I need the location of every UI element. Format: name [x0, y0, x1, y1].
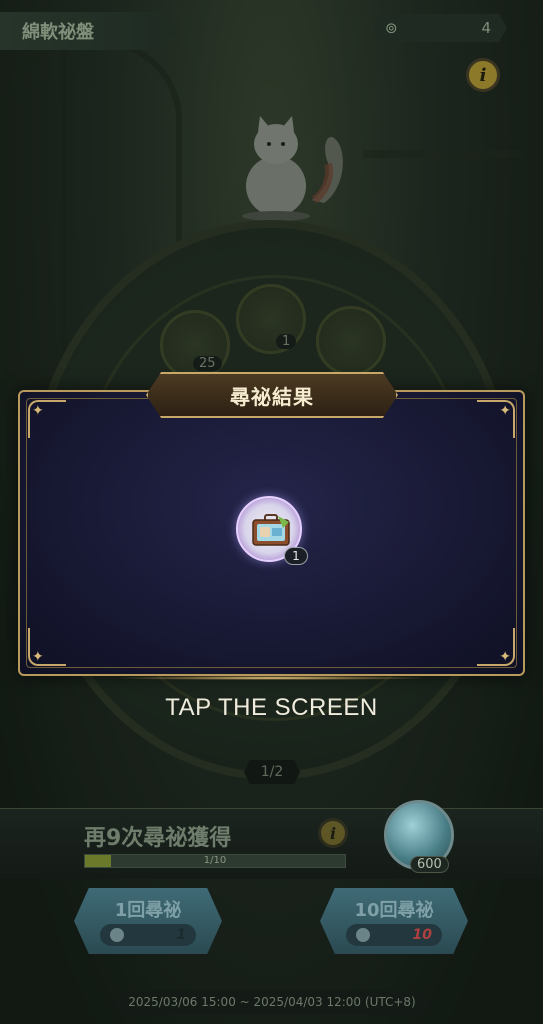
- star-icon: ✦: [32, 649, 44, 665]
- tap-to-continue-prompt[interactable]: TAP THE SCREEN: [0, 694, 543, 722]
- pull-ten-label: 10回尋祕: [354, 900, 434, 921]
- pull-one-cost: 1: [100, 924, 196, 946]
- progress-info-button[interactable]: i: [318, 818, 348, 848]
- sparkle-divider: [120, 676, 423, 680]
- result-dialog-title: 尋祕結果: [146, 372, 398, 418]
- star-icon: ✦: [32, 403, 44, 419]
- reward-count-badge: 1: [284, 547, 308, 565]
- pull-one-label: 1回尋祕: [114, 900, 182, 921]
- currency-value: 4: [481, 19, 491, 37]
- ticket-icon: [110, 928, 124, 942]
- pull-one-cost-value: 1: [176, 927, 186, 943]
- pull-ten-cost-value: 10: [412, 927, 432, 943]
- reward-progress-title: 再9次尋祕獲得: [84, 826, 232, 851]
- star-icon: ✦: [499, 649, 511, 665]
- progress-text: 1/10: [203, 855, 227, 866]
- info-button[interactable]: i: [466, 58, 500, 92]
- suitcase-icon: [252, 514, 290, 546]
- currency-display[interactable]: ⊚ 4: [373, 14, 507, 42]
- info-icon: i: [479, 64, 487, 86]
- info-icon: i: [329, 823, 337, 843]
- bonus-gem-count: 600: [410, 856, 449, 873]
- event-title[interactable]: 綿軟祕盤: [0, 12, 178, 50]
- pull-one-button[interactable]: 1回尋祕 1: [74, 888, 222, 954]
- ticket-icon: [356, 928, 370, 942]
- pull-ten-cost: 10: [346, 924, 442, 946]
- pull-ten-button[interactable]: 10回尋祕 10: [320, 888, 468, 954]
- star-icon: ✦: [499, 403, 511, 419]
- currency-icon: ⊚: [385, 19, 398, 37]
- event-date-range: 2025/03/06 15:00 ~ 2025/04/03 12:00 (UTC…: [113, 990, 431, 1014]
- reward-progress-bar: [0, 808, 543, 879]
